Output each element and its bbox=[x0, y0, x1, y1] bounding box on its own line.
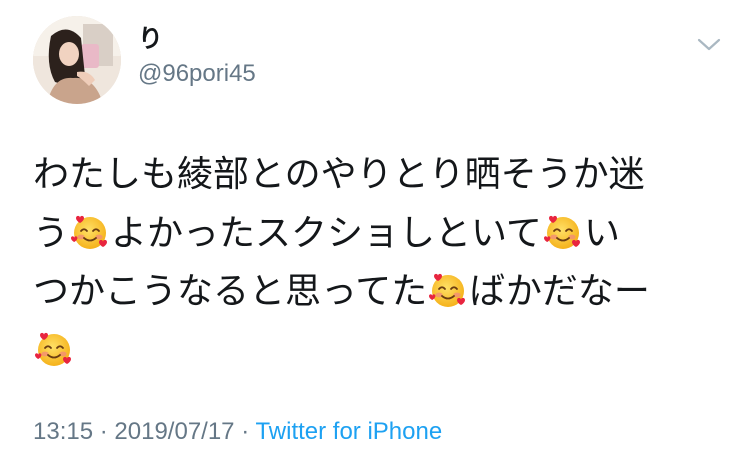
smiling-face-with-hearts-emoji bbox=[70, 212, 110, 252]
tweet-text-segment: い bbox=[583, 212, 620, 254]
tweet-text: わたしも綾部とのやりとり晒そうか迷うよかったスクショしといていつかこうなると思っ… bbox=[33, 146, 723, 380]
tweet-text-line: わたしも綾部とのやりとり晒そうか迷 bbox=[33, 146, 723, 205]
tweet-text-line: つかこうなると思ってた ばかだなー bbox=[33, 263, 723, 322]
tweet-time[interactable]: 13:15 bbox=[33, 418, 93, 445]
display-name[interactable]: り bbox=[138, 23, 163, 55]
smiling-face-with-hearts-emoji bbox=[428, 270, 468, 310]
tweet-source-link[interactable]: Twitter for iPhone bbox=[255, 418, 442, 445]
chevron-down-icon[interactable] bbox=[694, 34, 724, 56]
user-handle[interactable]: @96pori45 bbox=[138, 58, 256, 90]
tweet-text-line bbox=[33, 322, 723, 381]
tweet-text-segment: う bbox=[33, 212, 70, 254]
meta-separator: · bbox=[99, 418, 108, 445]
tweet-date[interactable]: 2019/07/17 bbox=[114, 418, 234, 445]
tweet-text-segment: ばかだなー bbox=[469, 271, 650, 312]
tweet-text-segment: わたしも綾部とのやりとり晒そうか迷 bbox=[33, 154, 645, 195]
avatar[interactable] bbox=[33, 16, 121, 104]
tweet-text-line: うよかったスクショしといてい bbox=[33, 205, 723, 264]
tweet-card: り @96pori45 わたしも綾部とのやりとり晒そうか迷うよかったスクショしと… bbox=[0, 0, 750, 465]
tweet-text-segment: つかこうなると思ってた bbox=[33, 271, 428, 312]
meta-separator: · bbox=[241, 418, 250, 445]
tweet-text-segment: よかったスクショしといて bbox=[111, 212, 542, 254]
smiling-face-with-hearts-emoji bbox=[543, 212, 583, 252]
smiling-face-with-hearts-emoji bbox=[34, 329, 74, 369]
tweet-metadata: 13:15 · 2019/07/17 · Twitter for iPhone bbox=[33, 416, 442, 448]
